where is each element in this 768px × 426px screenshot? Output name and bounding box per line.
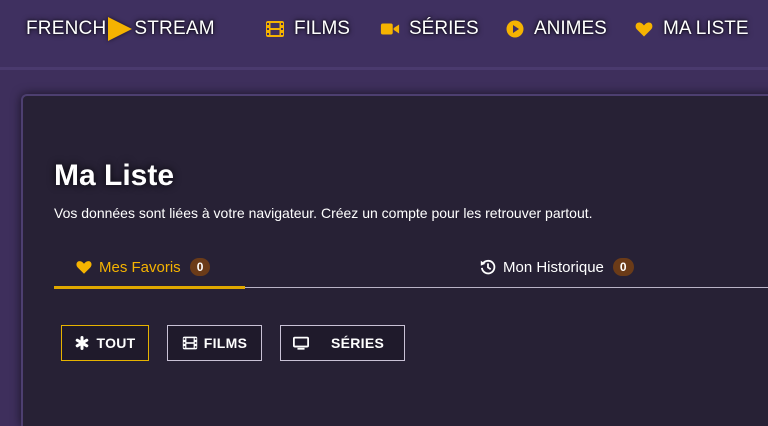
- nav-item-animes[interactable]: ANIMES: [505, 17, 607, 41]
- tab-history[interactable]: Mon Historique 0: [479, 256, 634, 278]
- filter-label: TOUT: [96, 335, 136, 351]
- nav-item-series[interactable]: SÉRIES: [380, 17, 479, 41]
- play-triangle-icon: [108, 17, 133, 41]
- tv-icon: [293, 335, 309, 351]
- history-icon: [479, 258, 497, 276]
- active-tab-indicator: [54, 286, 245, 289]
- nav-item-label: FILMS: [294, 18, 350, 39]
- count-badge: 0: [189, 258, 211, 276]
- filter-all-button[interactable]: TOUT: [61, 325, 149, 361]
- count-badge: 0: [612, 258, 634, 276]
- heart-icon: [634, 19, 654, 39]
- top-navbar: FRENCH STREAM FILMS SÉRIES ANIMES MA LIS…: [0, 0, 768, 70]
- nav-item-label: SÉRIES: [409, 18, 479, 39]
- film-icon: [265, 19, 285, 39]
- nav-item-label: MA LISTE: [663, 18, 749, 39]
- logo-text-stream: STREAM: [134, 18, 215, 39]
- play-circle-icon: [505, 19, 525, 39]
- nav-item-films[interactable]: FILMS: [265, 17, 350, 41]
- filter-label: FILMS: [203, 335, 248, 351]
- nav-item-label: ANIMES: [534, 18, 607, 39]
- filter-series-button[interactable]: SÉRIES: [280, 325, 405, 361]
- film-icon: [182, 335, 198, 351]
- video-camera-icon: [380, 19, 400, 39]
- page-subtitle: Vos données sont liées à votre navigateu…: [54, 205, 593, 221]
- filter-label: SÉRIES: [331, 335, 385, 351]
- tab-label: Mon Historique: [503, 258, 604, 276]
- heart-icon: [75, 258, 93, 276]
- tab-label: Mes Favoris: [99, 258, 181, 276]
- page-title: Ma Liste: [54, 159, 175, 192]
- logo-text-french: FRENCH: [26, 18, 107, 39]
- site-logo[interactable]: FRENCH STREAM: [26, 17, 215, 41]
- tab-favorites[interactable]: Mes Favoris 0: [75, 256, 211, 278]
- filter-films-button[interactable]: FILMS: [167, 325, 262, 361]
- nav-item-ma-liste[interactable]: MA LISTE: [634, 17, 749, 41]
- asterisk-icon: [74, 335, 90, 351]
